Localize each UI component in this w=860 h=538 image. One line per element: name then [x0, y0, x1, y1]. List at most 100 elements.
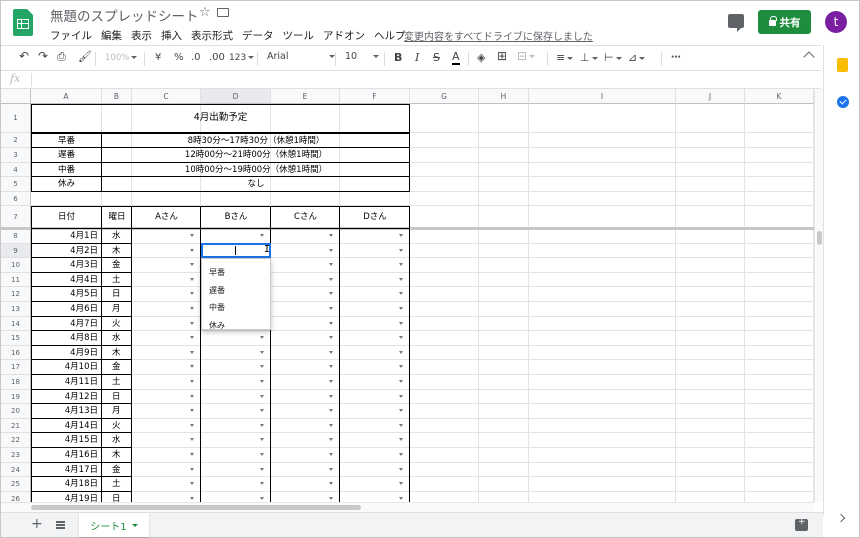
dropdown-chevron-icon[interactable]: [329, 263, 333, 267]
weekday-cell[interactable]: 水: [112, 229, 121, 243]
dropdown-chevron-icon[interactable]: [190, 277, 194, 281]
dropdown-chevron-icon[interactable]: [260, 438, 264, 442]
share-button[interactable]: 共有: [758, 10, 811, 34]
column-header[interactable]: D: [201, 89, 271, 104]
dropdown-chevron-icon[interactable]: [399, 380, 403, 383]
row-header[interactable]: 23: [1, 448, 31, 463]
column-header[interactable]: H: [479, 89, 529, 104]
star-icon[interactable]: ☆: [199, 5, 211, 20]
column-header[interactable]: K: [745, 89, 814, 104]
dropdown-chevron-icon[interactable]: [329, 467, 333, 471]
increase-decimal-button[interactable]: .00: [209, 51, 225, 65]
date-cell[interactable]: 4月2日: [31, 244, 98, 258]
legend-shift[interactable]: 休み: [31, 177, 102, 191]
row-header[interactable]: 26: [1, 491, 31, 502]
dropdown-chevron-icon[interactable]: [399, 248, 403, 252]
text-color-button[interactable]: A: [452, 51, 460, 65]
dropdown-chevron-icon[interactable]: [260, 409, 264, 413]
dropdown-chevron-icon[interactable]: [399, 496, 403, 500]
dropdown-chevron-icon[interactable]: [399, 409, 403, 413]
weekday-cell[interactable]: 金: [112, 258, 121, 272]
dropdown-chevron-icon[interactable]: [190, 394, 194, 398]
menu-item[interactable]: ツール: [283, 28, 315, 43]
date-cell[interactable]: 4月3日: [31, 258, 98, 272]
dropdown-chevron-icon[interactable]: [190, 467, 194, 471]
date-cell[interactable]: 4月10日: [31, 360, 98, 374]
weekday-cell[interactable]: 水: [112, 433, 121, 447]
dropdown-chevron-icon[interactable]: [329, 365, 333, 369]
row-header[interactable]: 8: [1, 229, 31, 244]
weekday-cell[interactable]: 木: [112, 448, 121, 462]
vertical-scrollbar[interactable]: [814, 89, 823, 502]
row-header[interactable]: 21: [1, 418, 31, 434]
row-header[interactable]: 24: [1, 462, 31, 478]
dropdown-chevron-icon[interactable]: [190, 365, 194, 369]
dropdown-chevron-icon[interactable]: [399, 307, 403, 310]
row-header[interactable]: 11: [1, 272, 31, 288]
date-cell[interactable]: 4月7日: [31, 317, 98, 331]
dropdown-chevron-icon[interactable]: [329, 482, 333, 486]
row-header[interactable]: 5: [1, 177, 31, 192]
sheet-tab-menu-icon[interactable]: [131, 523, 138, 527]
row-header[interactable]: 13: [1, 302, 31, 317]
row-header[interactable]: 22: [1, 433, 31, 448]
dropdown-chevron-icon[interactable]: [399, 234, 403, 237]
dropdown-option[interactable]: 中番: [209, 302, 225, 313]
text-rotation-icon[interactable]: ⊿: [628, 51, 646, 65]
dropdown-chevron-icon[interactable]: [399, 292, 403, 296]
tasks-icon[interactable]: [837, 96, 849, 108]
legend-shift[interactable]: 遅番: [31, 148, 102, 162]
weekday-cell[interactable]: 月: [112, 404, 121, 418]
sheet-tab-1[interactable]: シート1: [79, 513, 149, 537]
date-cell[interactable]: 4月18日: [31, 477, 98, 491]
dropdown-chevron-icon[interactable]: [190, 234, 194, 237]
percent-format-button[interactable]: %: [174, 51, 184, 65]
avatar[interactable]: t: [825, 11, 847, 33]
date-cell[interactable]: 4月13日: [31, 404, 98, 418]
dropdown-chevron-icon[interactable]: [260, 365, 264, 369]
fill-color-icon[interactable]: ◈: [477, 51, 485, 65]
print-icon[interactable]: ⎙: [57, 50, 66, 64]
weekday-cell[interactable]: 金: [112, 463, 121, 477]
row-header[interactable]: 7: [1, 206, 31, 229]
dropdown-chevron-icon[interactable]: [190, 292, 194, 296]
row-header[interactable]: 17: [1, 360, 31, 375]
weekday-cell[interactable]: 木: [112, 346, 121, 360]
dropdown-chevron-icon[interactable]: [329, 496, 333, 500]
dropdown-chevron-icon[interactable]: [329, 292, 333, 296]
weekday-cell[interactable]: 火: [112, 419, 121, 433]
add-sheet-button[interactable]: +: [31, 516, 43, 532]
dropdown-chevron-icon[interactable]: [260, 453, 264, 456]
weekday-cell[interactable]: 日: [112, 492, 121, 502]
weekday-cell[interactable]: 日: [112, 390, 121, 404]
sheet-grid[interactable]: A B C D E F G H I J K 1 2 3 4 5 6 7 8 9 10 11 12 13 14 15 16 17 18 19…: [1, 89, 814, 502]
dropdown-chevron-icon[interactable]: [399, 423, 403, 427]
strikethrough-button[interactable]: S: [433, 51, 440, 65]
legend-shift[interactable]: 早番: [31, 134, 102, 148]
dropdown-chevron-icon[interactable]: [190, 321, 194, 325]
dropdown-chevron-icon[interactable]: [190, 453, 194, 456]
explore-button[interactable]: [795, 517, 808, 531]
row-header[interactable]: 25: [1, 477, 31, 492]
date-cell[interactable]: 4月15日: [31, 433, 98, 447]
date-cell[interactable]: 4月8日: [31, 331, 98, 345]
row-header[interactable]: 3: [1, 148, 31, 163]
dropdown-chevron-icon[interactable]: [190, 496, 194, 500]
dropdown-chevron-icon[interactable]: [329, 277, 333, 281]
row-header[interactable]: 2: [1, 133, 31, 148]
weekday-cell[interactable]: 日: [112, 287, 121, 301]
row-header[interactable]: 14: [1, 316, 31, 332]
row-header[interactable]: 9: [1, 243, 31, 259]
row-header[interactable]: 6: [1, 191, 31, 206]
dropdown-chevron-icon[interactable]: [190, 307, 194, 310]
more-formats-select[interactable]: 123: [229, 51, 255, 65]
date-cell[interactable]: 4月19日: [31, 492, 98, 502]
row-header[interactable]: 18: [1, 375, 31, 390]
comment-history-icon[interactable]: [728, 14, 744, 32]
date-cell[interactable]: 4月17日: [31, 463, 98, 477]
weekday-cell[interactable]: 土: [112, 477, 121, 491]
menu-item[interactable]: ファイル: [50, 28, 92, 43]
dropdown-chevron-icon[interactable]: [329, 336, 333, 340]
legend-time[interactable]: 8時30分～17時30分（休憩1時間）: [102, 134, 410, 148]
legend-time[interactable]: なし: [102, 177, 410, 191]
